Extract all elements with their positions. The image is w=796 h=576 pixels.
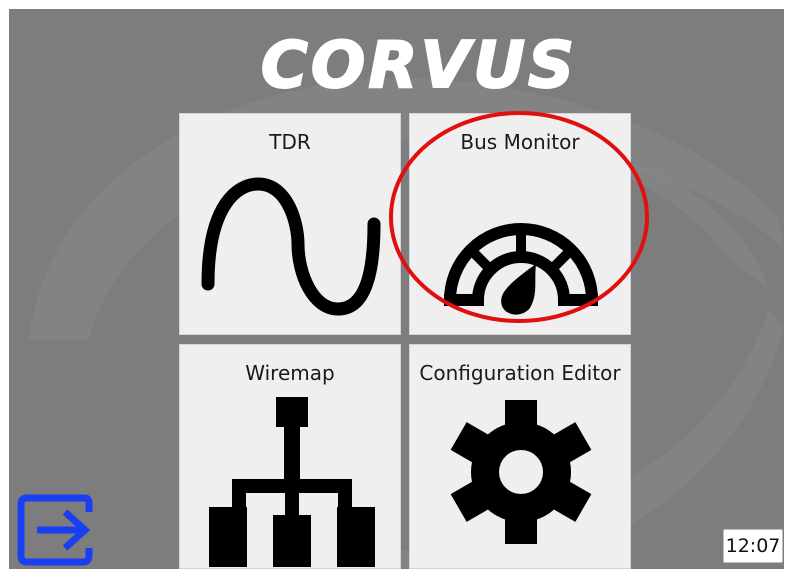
tile-wiremap[interactable]: Wiremap bbox=[179, 344, 401, 569]
tile-tdr-label: TDR bbox=[269, 130, 311, 154]
clock-display: 12:07 bbox=[723, 529, 783, 563]
exit-arrow-icon bbox=[17, 494, 93, 566]
home-screen: CORVUS TDR Bus Monitor Wiremap Configura… bbox=[9, 9, 784, 569]
sine-wave-icon bbox=[201, 177, 381, 316]
tile-bus-monitor-label: Bus Monitor bbox=[460, 130, 580, 154]
exit-button[interactable] bbox=[15, 492, 95, 568]
tile-configuration-editor-label: Configuration Editor bbox=[419, 361, 621, 385]
corvus-logo: CORVUS bbox=[260, 31, 577, 97]
tile-bus-monitor[interactable]: Bus Monitor bbox=[409, 113, 631, 335]
tile-configuration-editor[interactable]: Configuration Editor bbox=[409, 344, 631, 569]
logo-text: CORVUS bbox=[261, 31, 577, 97]
tile-wiremap-label: Wiremap bbox=[245, 361, 335, 385]
gauge-icon bbox=[444, 223, 598, 315]
gear-icon bbox=[450, 400, 592, 544]
tile-tdr[interactable]: TDR bbox=[179, 113, 401, 335]
network-hierarchy-icon bbox=[209, 397, 375, 567]
